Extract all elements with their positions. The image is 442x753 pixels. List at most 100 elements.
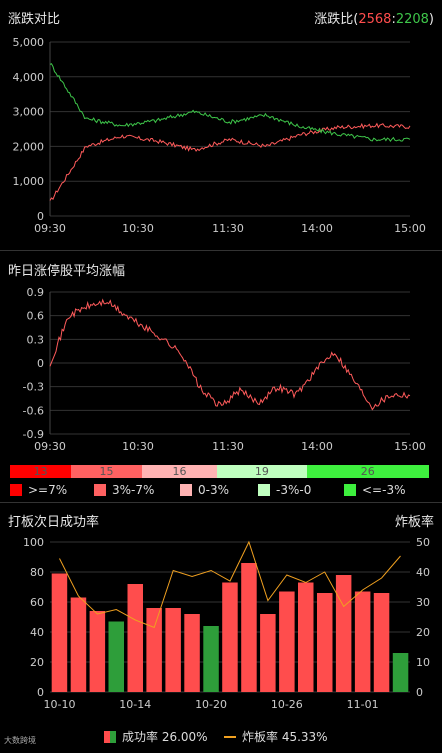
legend-item: >=7% [10,483,67,497]
break-line-icon [224,735,236,738]
legend-swatch-icon [258,484,270,496]
y-tick-label: 0.3 [27,333,45,346]
y-tick-label: -0.6 [23,404,44,417]
x-tick-label: 14:00 [301,440,333,453]
y-tick-label: 0.6 [27,310,45,323]
success-bar [70,597,87,692]
distribution-segment: 19 [217,465,307,478]
success-bar [108,621,124,692]
legend-swatch-icon [180,484,192,496]
y-tick-label: 4,000 [13,71,45,84]
legend-swatch-icon [344,484,356,496]
success-bar [373,593,390,692]
success-bar [260,614,276,692]
distribution-segment: 13 [10,465,72,478]
y-tick-label-right: 30 [416,596,430,609]
success-bar [354,591,371,692]
ratio-label: 涨跌比( [314,12,359,27]
x-tick-label: 09:30 [34,222,66,235]
x-tick-label: 11-01 [347,698,379,711]
ratio-close: ) [428,12,434,27]
legend-swatch-icon [10,484,22,496]
x-tick-label: 10-10 [43,698,75,711]
x-tick-label: 14:00 [301,222,333,235]
logo: 大数跨境 [4,736,36,745]
legend-label: 0-3% [198,483,230,497]
success-bar [127,584,143,692]
success-bar [165,608,181,692]
y-tick-label-left: 40 [30,626,44,639]
y-tick-label-left: 100 [23,536,44,549]
success-bar [317,593,333,692]
legend-item: -3%-0 [258,483,311,497]
y-tick-label-right: 40 [416,566,430,579]
success-bar [89,611,106,692]
success-bar [335,575,352,692]
series-line-up [49,122,411,201]
panel3-right-title: 炸板率 [394,515,434,530]
y-tick-label: 0 [37,357,44,370]
legend-label: <=-3% [362,483,406,497]
up-count: 2568 [358,12,392,27]
up-down-chart: 5,0004,0003,0002,0001,000009:30 10:30 11:3… [13,36,426,235]
legend-item: <=-3% [344,483,405,497]
legend-label: 3%-7% [112,483,155,497]
x-tick-label: 15:00 [394,440,426,453]
success-swatch-icon [104,730,116,743]
series-line-down [49,63,411,143]
legend-success-label: 成功率 26.00% [122,730,208,744]
legend-label: -3%-0 [276,483,312,497]
y-tick-label: 0.9 [27,286,45,299]
legend-break-label: 炸板率 45.33% [242,730,328,744]
down-count: 2208 [395,12,429,27]
legend-item: 3%-7% [94,483,154,497]
y-tick-label-right: 50 [416,536,430,549]
x-tick-label: 11:30 [212,440,244,453]
success-bar [241,563,257,692]
x-tick-label: 15:00 [394,222,426,235]
legend-success: 成功率 26.00% [104,728,208,745]
y-tick-label: 3,000 [13,106,45,119]
success-bar [184,614,200,692]
y-tick-label-left: 60 [30,596,44,609]
legend-swatch-icon [94,484,106,496]
y-tick-label: 1,000 [13,175,45,188]
success-bar [146,608,162,692]
success-bar [203,626,219,692]
avg-change-line [49,298,411,411]
legend-item: 0-3% [180,483,229,497]
x-tick-label: 10-20 [195,698,227,711]
success-bar [298,582,314,692]
legend-label: >=7% [28,483,68,497]
y-tick-label-left: 80 [30,566,44,579]
distribution-legend: >=7% 3%-7% 0-3% -3%-0 <=-3% [10,483,435,499]
panel2-title: 昨日涨停股平均涨幅 [8,264,126,279]
x-tick-label: 10:30 [122,222,154,235]
panel1-title: 涨跌对比 [8,12,61,27]
panel3-title: 打板次日成功率 [8,515,100,530]
x-tick-label: 10:30 [122,440,154,453]
y-tick-label-left: 20 [30,656,44,669]
distribution-segment: 15 [71,465,142,478]
x-tick-label: 10-26 [271,698,303,711]
success-bar [51,573,68,692]
distribution-segment: 26 [306,465,429,478]
x-tick-label: 09:30 [34,440,66,453]
x-tick-label: 11:30 [212,222,244,235]
y-tick-label-right: 20 [416,626,430,639]
success-rate-chart: 100 5080 4060 3040 2020 100 010-10 10-14 10-20 10… [23,536,430,711]
y-tick-label-right: 10 [416,656,430,669]
legend-break: 炸板率 45.33% [224,728,328,745]
up-down-ratio: 涨跌比(2568:2208) [314,8,434,27]
success-bar [222,582,238,692]
distribution-bar: 13 15 16 19 26 [10,465,429,478]
y-tick-label: 5,000 [13,36,45,49]
limit-up-avg-chart: 0.90.60.30-0.3-0.6-0.909:30 10:30 11:30 14:… [23,286,426,453]
x-tick-label: 10-14 [119,698,151,711]
success-bar [279,591,295,692]
distribution-segment: 16 [141,465,218,478]
y-tick-label: 2,000 [13,140,45,153]
success-bar [392,653,409,692]
y-tick-label: -0.3 [23,381,44,394]
y-tick-label-right: 0 [416,686,423,699]
